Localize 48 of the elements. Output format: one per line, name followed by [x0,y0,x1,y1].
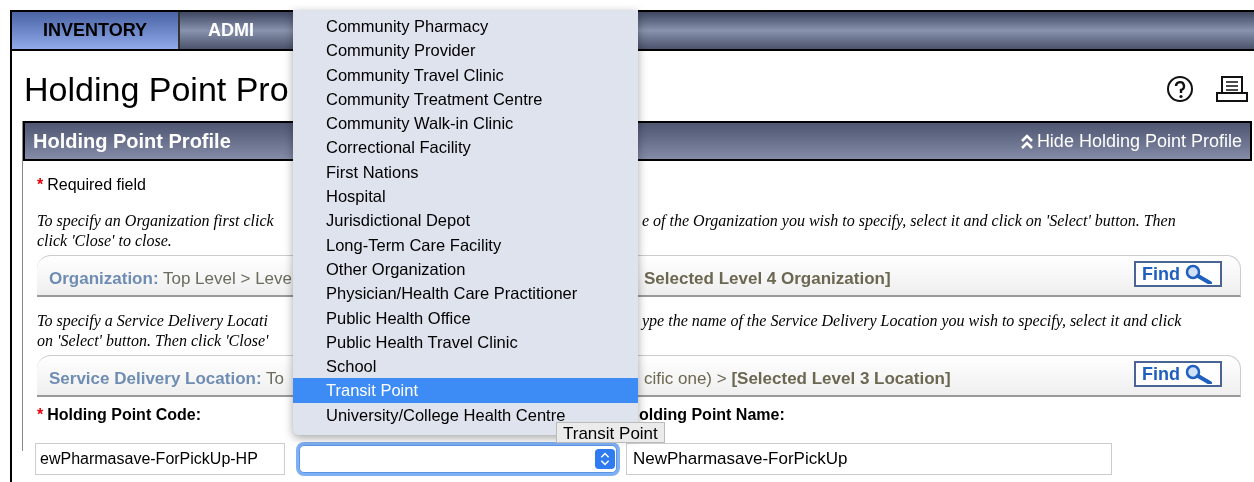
double-chevron-up-icon [1020,132,1033,150]
path-text: To [265,368,284,388]
nav-tab[interactable]: INVENTORY [12,12,180,49]
path-text: Selected Level 4 Organization] [644,267,891,290]
dropdown-option[interactable]: Public Health Travel Clinic [293,329,638,355]
stepper-icon [595,449,615,469]
find-button[interactable]: Find [1134,261,1222,287]
name-input[interactable]: NewPharmasave-ForPickUp [626,443,1112,475]
dropdown-option[interactable]: Hospital [293,184,638,209]
dropdown-option[interactable]: Public Health Office [293,305,638,330]
field-label: olding Point Name: [639,405,785,425]
instruction-text: click 'Close' to close. [37,231,173,251]
dropdown-option[interactable]: Community Provider [293,38,638,63]
print-icon[interactable] [1216,75,1248,103]
tooltip: Transit Point [556,422,665,443]
dropdown-option[interactable]: Community Treatment Centre [293,86,638,112]
required-marker: * [37,175,44,195]
path-text: cific one) > [Selected Level 3 Location] [644,367,951,390]
type-select[interactable] [299,445,617,473]
instruction-text: To specify a Service Delivery Locati [37,311,269,331]
dropdown-option[interactable]: Other Organization [293,256,638,282]
search-icon [1184,264,1214,284]
required-marker: * [37,405,44,425]
find-button[interactable]: Find [1134,361,1222,387]
path-label: Service Delivery Location: [49,368,262,388]
field-label: Holding Point Code: [47,405,201,425]
path-text: Top Level > Leve [161,268,292,288]
dropdown-option[interactable]: Community Travel Clinic [293,62,638,87]
page-title: Holding Point Pro [24,68,289,110]
panel-title: Holding Point Profile [33,129,231,154]
help-icon[interactable] [1166,75,1194,103]
dropdown-option[interactable]: Physician/Health Care Practitioner [293,281,638,306]
code-input[interactable]: ewPharmasave-ForPickUp-HP [35,443,285,475]
instruction-text: on 'Select' button. Then click 'Close' [37,331,270,351]
required-note: Required field [47,175,146,195]
instruction-text: To specify an Organization first click [37,211,275,231]
path-label: Organization: [49,268,159,288]
dropdown-option[interactable]: Long-Term Care Facility [293,232,638,257]
dropdown-option[interactable]: First Nations [293,159,638,185]
dropdown-option[interactable]: School [293,354,638,379]
instruction-text: e of the Organization you wish to specify, select it and click on 'Select' button. Then [642,211,1176,231]
dropdown-option[interactable]: Community Pharmacy [293,14,638,39]
hide-profile-link[interactable]: Hide Holding Point Profile [1020,127,1242,155]
dropdown-option[interactable]: Correctional Facility [293,135,638,160]
search-icon [1184,364,1214,384]
dropdown-option[interactable]: Jurisdictional Depot [293,208,638,233]
dropdown-option[interactable]: Community Walk-in Clinic [293,111,638,136]
instruction-text: ype the name of the Service Delivery Location you wish to specify, select it and click [642,311,1182,331]
